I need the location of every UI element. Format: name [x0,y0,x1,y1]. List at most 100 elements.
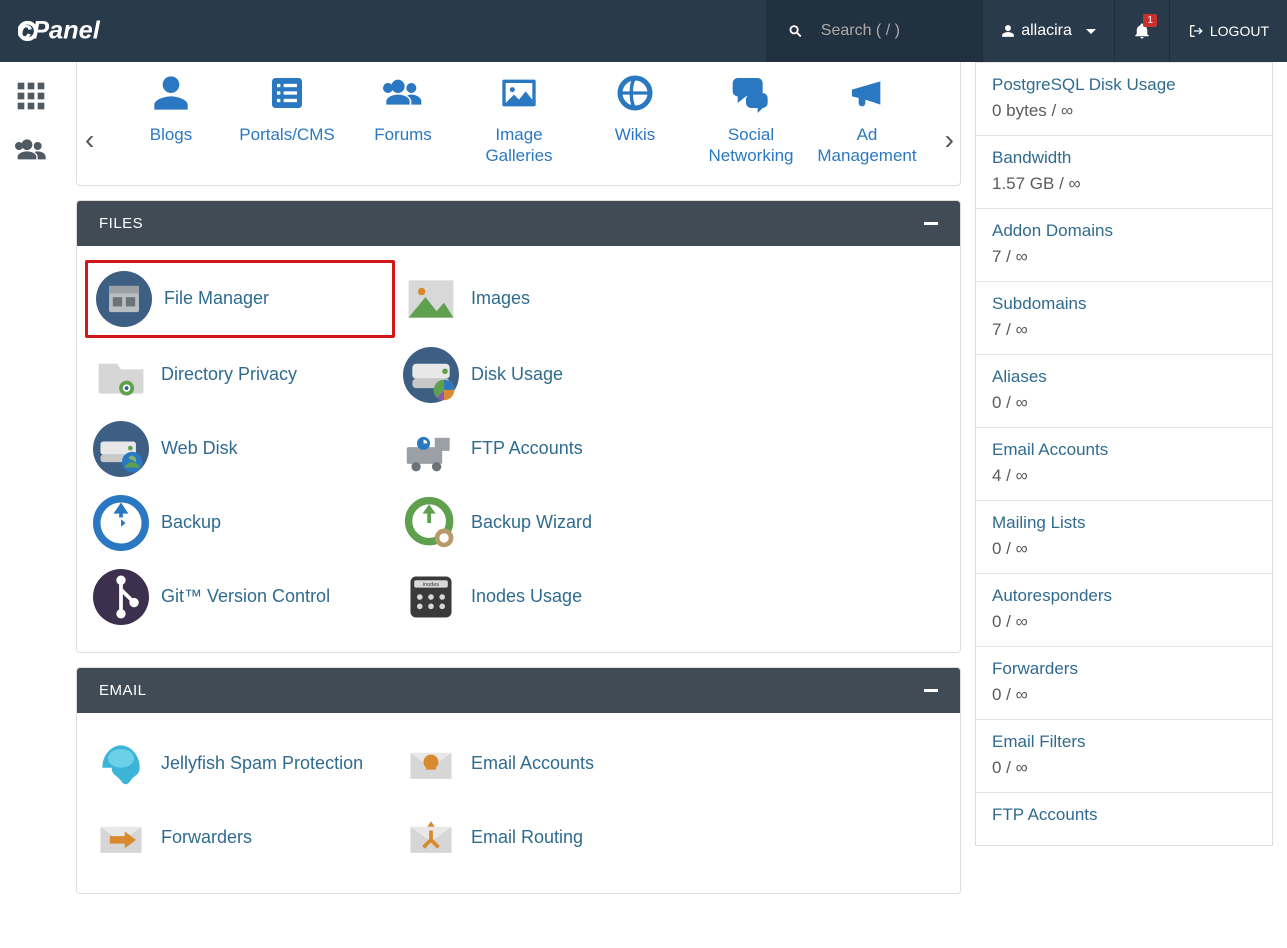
tool-item[interactable]: Forwarders [85,801,395,875]
stat-value: 0 / ∞ [992,758,1256,778]
stat-title[interactable]: Autoresponders [992,586,1256,606]
left-rail [0,62,62,166]
inodes-icon [401,567,461,627]
stat-value: 0 / ∞ [992,393,1256,413]
search-icon [788,22,803,40]
users-icon[interactable] [15,134,47,166]
carousel-item-icon [345,70,461,116]
email-accounts-icon [401,734,461,794]
username-label: allacira [1021,22,1072,40]
stat-value: 4 / ∞ [992,466,1256,486]
tool-item[interactable]: Git™ Version Control [85,560,395,634]
tool-item[interactable]: Backup Wizard [395,486,705,560]
email-panel: EMAIL Jellyfish Spam Protection Email Acc… [76,667,961,894]
ftp-icon [401,419,461,479]
notifications-button[interactable]: 1 [1114,0,1169,62]
tool-item[interactable]: Backup [85,486,395,560]
carousel-item-label: Portals/CMS [229,124,345,145]
tool-label: File Manager [164,288,269,309]
stat-value: 0 bytes / ∞ [992,101,1256,121]
carousel-next[interactable]: › [945,124,954,156]
carousel-item-icon [809,70,925,116]
carousel-item-icon [229,70,345,116]
file-manager-icon [94,269,154,329]
stat-title[interactable]: Email Accounts [992,440,1256,460]
tool-label: Jellyfish Spam Protection [161,753,363,774]
caret-down-icon [1086,29,1096,34]
tool-label: Images [471,288,530,309]
stat-title[interactable]: Subdomains [992,294,1256,314]
carousel-item-icon [693,70,809,116]
email-panel-title: EMAIL [99,682,147,699]
logout-button[interactable]: LOGOUT [1169,0,1287,62]
email-panel-head[interactable]: EMAIL [77,668,960,713]
files-panel-head[interactable]: FILES [77,201,960,246]
dir-privacy-icon [91,345,151,405]
stat-value: 7 / ∞ [992,247,1256,267]
stat-title[interactable]: FTP Accounts [992,805,1256,825]
carousel-item[interactable]: Wikis [577,70,693,167]
tool-item[interactable]: Disk Usage [395,338,705,412]
stat-title[interactable]: Aliases [992,367,1256,387]
search-box[interactable] [766,0,982,62]
stat-row: Aliases 0 / ∞ [976,354,1272,427]
tool-item[interactable]: Web Disk [85,412,395,486]
stats-sidebar: PostgreSQL Disk Usage 0 bytes / ∞ Bandwidt… [975,62,1273,846]
tool-label: Directory Privacy [161,364,297,385]
carousel-item-label: Ad Management [809,124,925,167]
backup-wizard-icon [401,493,461,553]
carousel-item-label: Image Galleries [461,124,577,167]
carousel-item-icon [113,70,229,116]
email-routing-icon [401,808,461,868]
carousel-item-label: Caler [925,124,961,145]
stat-title[interactable]: PostgreSQL Disk Usage [992,75,1256,95]
stat-row: Forwarders 0 / ∞ [976,646,1272,719]
logout-label: LOGOUT [1210,23,1269,39]
web-disk-icon [91,419,151,479]
carousel-item[interactable]: Caler [925,70,961,167]
tool-label: Git™ Version Control [161,586,330,607]
tool-label: Email Routing [471,827,583,848]
stat-title[interactable]: Email Filters [992,732,1256,752]
apps-grid-icon[interactable] [15,80,47,112]
search-input[interactable] [821,22,960,40]
forwarders-icon [91,808,151,868]
stat-value: 0 / ∞ [992,685,1256,705]
jellyfish-icon [91,734,151,794]
stat-title[interactable]: Bandwidth [992,148,1256,168]
tool-item[interactable]: Email Accounts [395,727,705,801]
tool-item[interactable]: Email Routing [395,801,705,875]
disk-usage-icon [401,345,461,405]
carousel-item-label: Forums [345,124,461,145]
carousel-item[interactable]: Forums [345,70,461,167]
stat-title[interactable]: Addon Domains [992,221,1256,241]
stat-value: 1.57 GB / ∞ [992,174,1256,194]
tool-item[interactable]: File Manager [85,260,395,338]
carousel-item[interactable]: Portals/CMS [229,70,345,167]
tool-item[interactable]: Inodes Usage [395,560,705,634]
carousel-item[interactable]: Image Galleries [461,70,577,167]
collapse-icon[interactable] [924,222,938,225]
stat-title[interactable]: Forwarders [992,659,1256,679]
cpanel-logo-icon: cPanel [18,15,145,47]
user-icon [1001,24,1015,38]
tool-label: Web Disk [161,438,238,459]
tool-label: Disk Usage [471,364,563,385]
tool-item[interactable]: Images [395,260,705,338]
carousel-prev[interactable]: ‹ [85,124,94,156]
user-menu[interactable]: allacira [982,0,1114,62]
tool-item[interactable]: Directory Privacy [85,338,395,412]
logo[interactable]: cPanel [0,0,163,62]
tool-item[interactable]: Jellyfish Spam Protection [85,727,395,801]
stat-row: Bandwidth 1.57 GB / ∞ [976,135,1272,208]
stat-row: Email Filters 0 / ∞ [976,719,1272,792]
collapse-icon[interactable] [924,689,938,692]
carousel-item[interactable]: Social Networking [693,70,809,167]
carousel-item[interactable]: Ad Management [809,70,925,167]
stat-row: Mailing Lists0 / ∞ [976,500,1272,573]
logout-icon [1188,23,1204,39]
tool-item[interactable]: FTP Accounts [395,412,705,486]
carousel-item[interactable]: Blogs [113,70,229,167]
stat-title[interactable]: Mailing Lists [992,513,1256,533]
carousel-item-label: Blogs [113,124,229,145]
